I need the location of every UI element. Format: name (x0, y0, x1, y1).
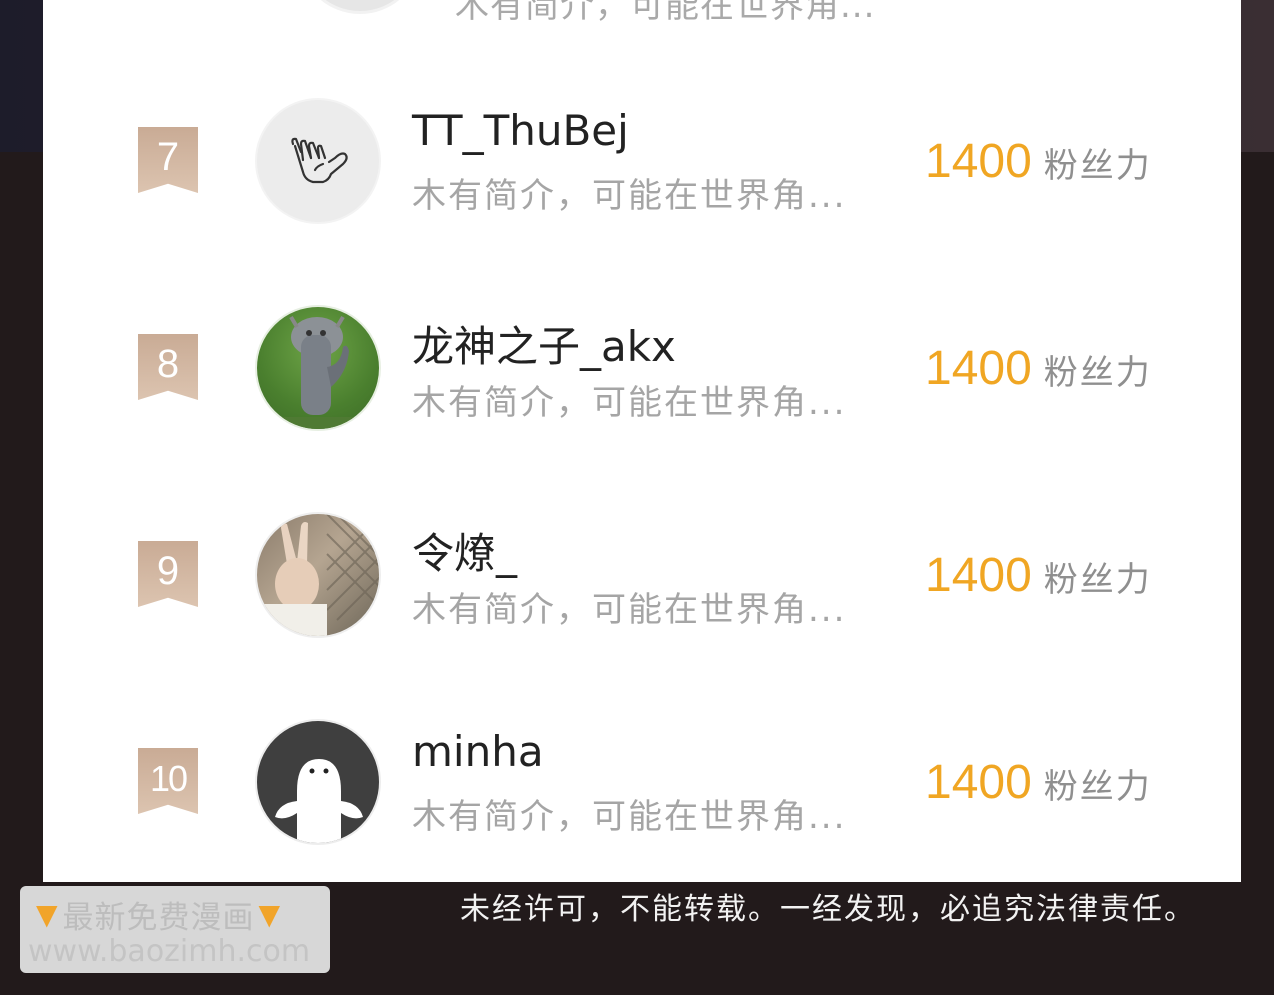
fan-score: 1400 粉丝力 (925, 341, 1152, 396)
fan-score-value: 1400 (925, 549, 1032, 602)
fan-score-value: 1400 (925, 756, 1032, 809)
watermark-title: ▼ 最新免费漫画 ▼ (32, 892, 285, 937)
watermark[interactable]: ▼ 最新免费漫画 ▼ www.baozimh.com (20, 886, 330, 973)
dragon-statue-avatar[interactable] (255, 305, 381, 431)
list-item[interactable]: 7 TT_ThuBej 木有简介，可能在世界角... 1400 粉丝力 (43, 98, 1241, 224)
fan-description: 木有简介，可能在世界角... (455, 0, 876, 26)
fan-score-unit: 粉丝力 (1043, 146, 1152, 186)
pointing-down-icon: ▼ (258, 898, 282, 931)
rank-badge: 9 (138, 541, 198, 607)
fan-score: 1400 粉丝力 (925, 134, 1152, 189)
fan-score-unit: 粉丝力 (1043, 767, 1152, 807)
peace-sign-icon (257, 514, 379, 636)
rank-badge: 10 (138, 748, 198, 814)
fan-description: 木有简介，可能在世界角... (412, 176, 847, 216)
fan-score: 1400 粉丝力 (925, 548, 1152, 603)
watermark-url[interactable]: www.baozimh.com (28, 934, 310, 969)
fan-ranking-panel: 木有简介，可能在世界角... 7 TT_ThuBej 木有简介，可能在世界角..… (43, 0, 1241, 882)
pointing-down-icon: ▼ (36, 898, 59, 931)
fan-name[interactable]: TT_ThuBej (412, 106, 629, 155)
fan-score: 1400 粉丝力 (925, 755, 1152, 810)
fan-name[interactable]: 龙神之子_akx (412, 313, 676, 374)
copyright-notice: 未经许可，不能转载。一经发现，必追究法律责任。 (460, 892, 1196, 927)
fan-description: 木有简介，可能在世界角... (412, 590, 847, 630)
fan-score-unit: 粉丝力 (1043, 353, 1152, 393)
avatar[interactable] (298, 0, 422, 14)
fan-score-unit: 粉丝力 (1043, 560, 1152, 600)
fan-score-value: 1400 (925, 342, 1032, 395)
fan-name[interactable]: 令燎_ (412, 520, 517, 581)
fan-description: 木有简介，可能在世界角... (412, 383, 847, 423)
rank-badge: 7 (138, 127, 198, 193)
rank-badge: 8 (138, 334, 198, 400)
ghost-icon (275, 759, 363, 843)
list-item[interactable]: 10 minha 木有简介，可能在世界角... 1400 粉丝力 (43, 719, 1241, 845)
fan-name[interactable]: minha (412, 727, 544, 776)
peace-sign-avatar[interactable] (255, 512, 381, 638)
fan-description: 木有简介，可能在世界角... (412, 797, 847, 837)
list-item[interactable]: 9 令燎_ 木有简介，可能在世界角... 1400 粉丝力 (43, 512, 1241, 638)
hand-sign-avatar[interactable] (255, 98, 381, 224)
watermark-line1: 最新免费漫画 (62, 900, 255, 936)
ghost-avatar[interactable] (255, 719, 381, 845)
dragon-statue-icon (257, 315, 379, 429)
list-item[interactable]: 8 龙神之子_akx 木有简介，可能在世界角... 1400 粉丝力 (43, 305, 1241, 431)
hand-sign-icon (291, 137, 348, 184)
fan-score-value: 1400 (925, 135, 1032, 188)
